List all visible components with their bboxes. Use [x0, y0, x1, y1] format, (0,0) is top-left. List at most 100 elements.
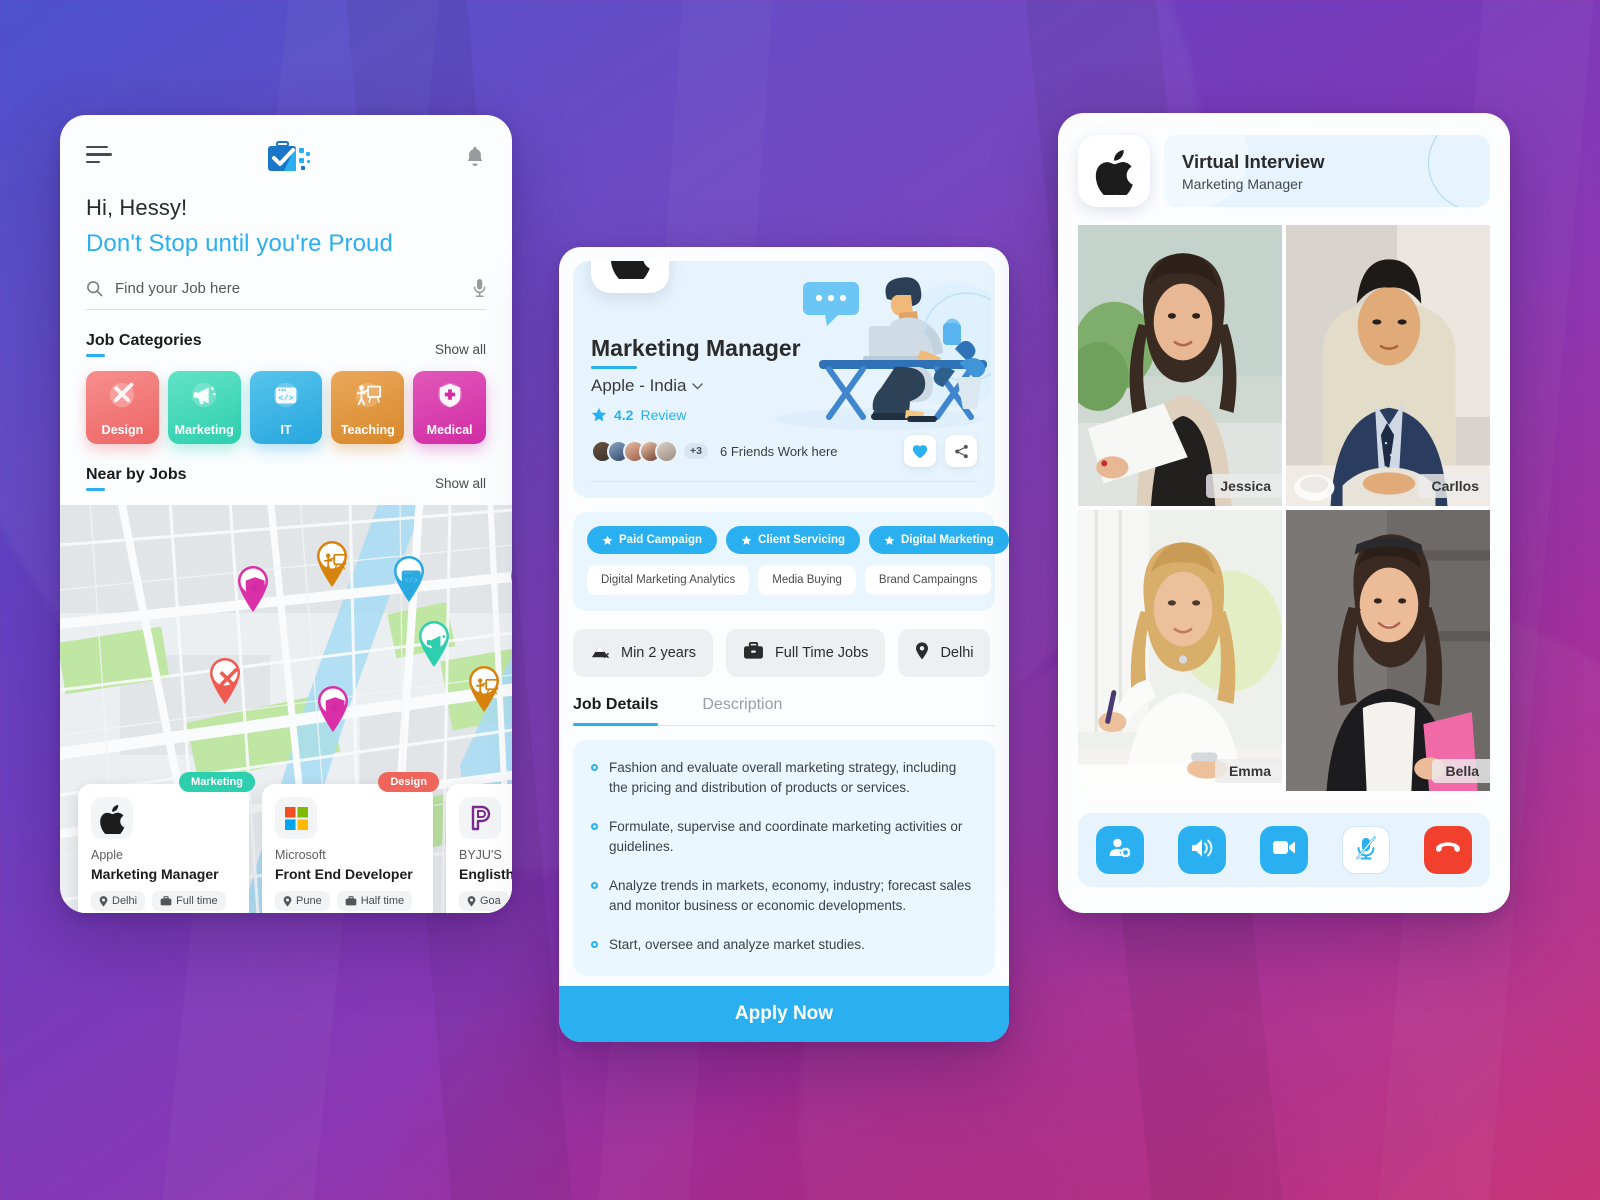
job-card[interactable]: BYJU'S Englisth Goa: [446, 784, 512, 913]
end-call-button[interactable]: [1424, 826, 1472, 874]
category-card-design[interactable]: Design: [86, 371, 159, 444]
speaker-button[interactable]: [1178, 826, 1226, 874]
video-camera-icon: [1272, 839, 1296, 861]
participant-name: Emma: [1214, 759, 1282, 783]
map-pin-pencil-ruler[interactable]: [507, 558, 512, 608]
job-card[interactable]: Marketing Apple Marketing Manager Delhi Full…: [78, 772, 255, 913]
bullet-text: Analyze trends in markets, economy, indu…: [609, 877, 972, 913]
byjus-logo-icon: [459, 797, 501, 839]
nearby-job-cards-strip[interactable]: Marketing Apple Marketing Manager Delhi Full…: [78, 772, 512, 913]
briefcase-icon: [743, 642, 764, 664]
friends-count-badge: +3: [684, 443, 708, 459]
apple-logo-icon: [1095, 149, 1133, 195]
job-category-badge: Design: [378, 772, 439, 792]
job-detail-bullet: Compile lists and descriptions of compan…: [591, 974, 977, 977]
participant-tile[interactable]: Bella: [1286, 510, 1490, 791]
bullet-text: Compile lists and descriptions of compan…: [609, 974, 952, 977]
categories-show-all-link[interactable]: Show all: [435, 342, 486, 357]
participant-tile[interactable]: Carllos: [1286, 225, 1490, 506]
skill-tag-secondary[interactable]: Brand Campaingns: [864, 565, 992, 595]
video-button[interactable]: [1260, 826, 1308, 874]
category-card-teaching[interactable]: Teaching: [331, 371, 405, 444]
bullet-dot: [591, 822, 598, 830]
participant-tile[interactable]: Emma: [1078, 510, 1282, 791]
participant-name: Carllos: [1417, 474, 1490, 498]
skill-tag-secondary[interactable]: Media Buying: [758, 565, 856, 595]
bullet-text: Start, oversee and analyze market studie…: [609, 936, 865, 952]
add-participant-button[interactable]: [1096, 826, 1144, 874]
skill-tag-secondary[interactable]: Digital Marketing Analytics: [587, 565, 750, 595]
pencil-ruler-icon: [107, 380, 137, 410]
map-pin-teacher-board[interactable]: [313, 538, 351, 588]
map-pin-code-window[interactable]: </>: [390, 553, 428, 603]
skill-tag-primary[interactable]: Client Servicing: [726, 526, 860, 554]
nearby-jobs-header: Near by Jobs Show all: [86, 466, 486, 491]
nearby-jobs-map[interactable]: </> Marketing Apple Marketing Manager Delhi…: [60, 505, 512, 913]
participant-name: Jessica: [1206, 474, 1282, 498]
job-detail-bullet: Analyze trends in markets, economy, indu…: [591, 876, 977, 916]
svg-text:</>: </>: [278, 394, 293, 404]
chevron-down-icon[interactable]: [692, 382, 704, 390]
skill-tag-label: Client Servicing: [758, 534, 845, 546]
notification-bell-icon[interactable]: [464, 145, 486, 169]
mute-button[interactable]: [1342, 826, 1390, 874]
call-header: Virtual Interview Marketing Manager: [1058, 113, 1510, 207]
hero-divider: [591, 481, 977, 482]
skill-tag-label: Digital Marketing: [901, 534, 994, 546]
category-label: Teaching: [340, 423, 395, 437]
job-detail-bullet: Start, oversee and analyze market studie…: [591, 935, 977, 955]
microphone-icon[interactable]: [473, 278, 486, 298]
search-input[interactable]: [115, 279, 461, 297]
rating-value: 4.2: [614, 407, 634, 423]
tab-description[interactable]: Description: [702, 696, 782, 725]
location-pin-icon: [283, 895, 292, 907]
bullet-text: Formulate, supervise and coordinate mark…: [609, 818, 963, 854]
job-card-company: BYJU'S: [459, 848, 502, 862]
job-meta-row: Min 2 years Full Time Jobs Delhi: [573, 629, 995, 677]
skill-tag-primary[interactable]: Paid Campaign: [587, 526, 718, 554]
job-card-company: Microsoft: [275, 848, 326, 862]
svg-text:</>: </>: [404, 578, 418, 586]
rating-review-link[interactable]: Review: [640, 407, 686, 423]
briefcase-icon: [345, 896, 357, 906]
participant-tile[interactable]: Jessica: [1078, 225, 1282, 506]
skill-tag-primary[interactable]: Digital Marketing: [869, 526, 1009, 554]
job-title: Marketing Manager: [591, 335, 801, 369]
map-pin-medical-shield[interactable]: [314, 683, 352, 733]
category-label: Medical: [426, 423, 473, 437]
megaphone-icon: [189, 380, 219, 410]
job-categories-row: Design Marketing </> IT Teaching Medical: [86, 371, 486, 444]
job-search-bar[interactable]: [86, 278, 486, 310]
apply-now-button[interactable]: Apply Now: [559, 986, 1009, 1042]
tab-job-details[interactable]: Job Details: [573, 696, 659, 726]
friend-avatars[interactable]: +3: [591, 439, 708, 463]
star-icon: [591, 407, 607, 422]
category-card-medical[interactable]: Medical: [413, 371, 486, 444]
home-screen-phone: Hi, Hessy! Don't Stop until you're Proud…: [60, 115, 512, 913]
job-categories-header: Job Categories Show all: [86, 332, 486, 357]
hamburger-menu-icon[interactable]: [86, 145, 112, 169]
category-card-marketing[interactable]: Marketing: [167, 371, 241, 444]
job-detail-bullet: Fashion and evaluate overall marketing s…: [591, 758, 977, 798]
job-meta-chip[interactable]: Min 2 years: [573, 629, 713, 677]
map-pin-teacher-board[interactable]: [465, 663, 503, 713]
job-meta-chip[interactable]: Delhi: [898, 629, 991, 677]
job-card-role: Marketing Manager: [91, 866, 219, 882]
bullet-dot: [591, 940, 598, 948]
job-meta-label: Min 2 years: [621, 645, 696, 661]
phone-hangup-icon: [1435, 840, 1461, 861]
job-card[interactable]: Design Microsoft Front End Developer Pune Ha…: [262, 772, 439, 913]
participant-name: Bella: [1431, 759, 1490, 783]
home-top-bar: [86, 137, 486, 177]
category-label: Marketing: [174, 423, 234, 437]
map-pin-megaphone[interactable]: [415, 618, 453, 668]
job-card-role: Englisth: [459, 866, 512, 882]
category-card-it[interactable]: </> IT: [249, 371, 323, 444]
nearby-show-all-link[interactable]: Show all: [435, 476, 486, 491]
map-pin-medical-shield[interactable]: [234, 563, 272, 613]
job-meta-label: Delhi: [940, 645, 974, 661]
star-icon: [741, 535, 752, 545]
job-meta-chip[interactable]: Full Time Jobs: [725, 629, 886, 677]
microsoft-logo-icon: [275, 797, 317, 839]
map-pin-pencil-ruler[interactable]: [206, 655, 244, 705]
